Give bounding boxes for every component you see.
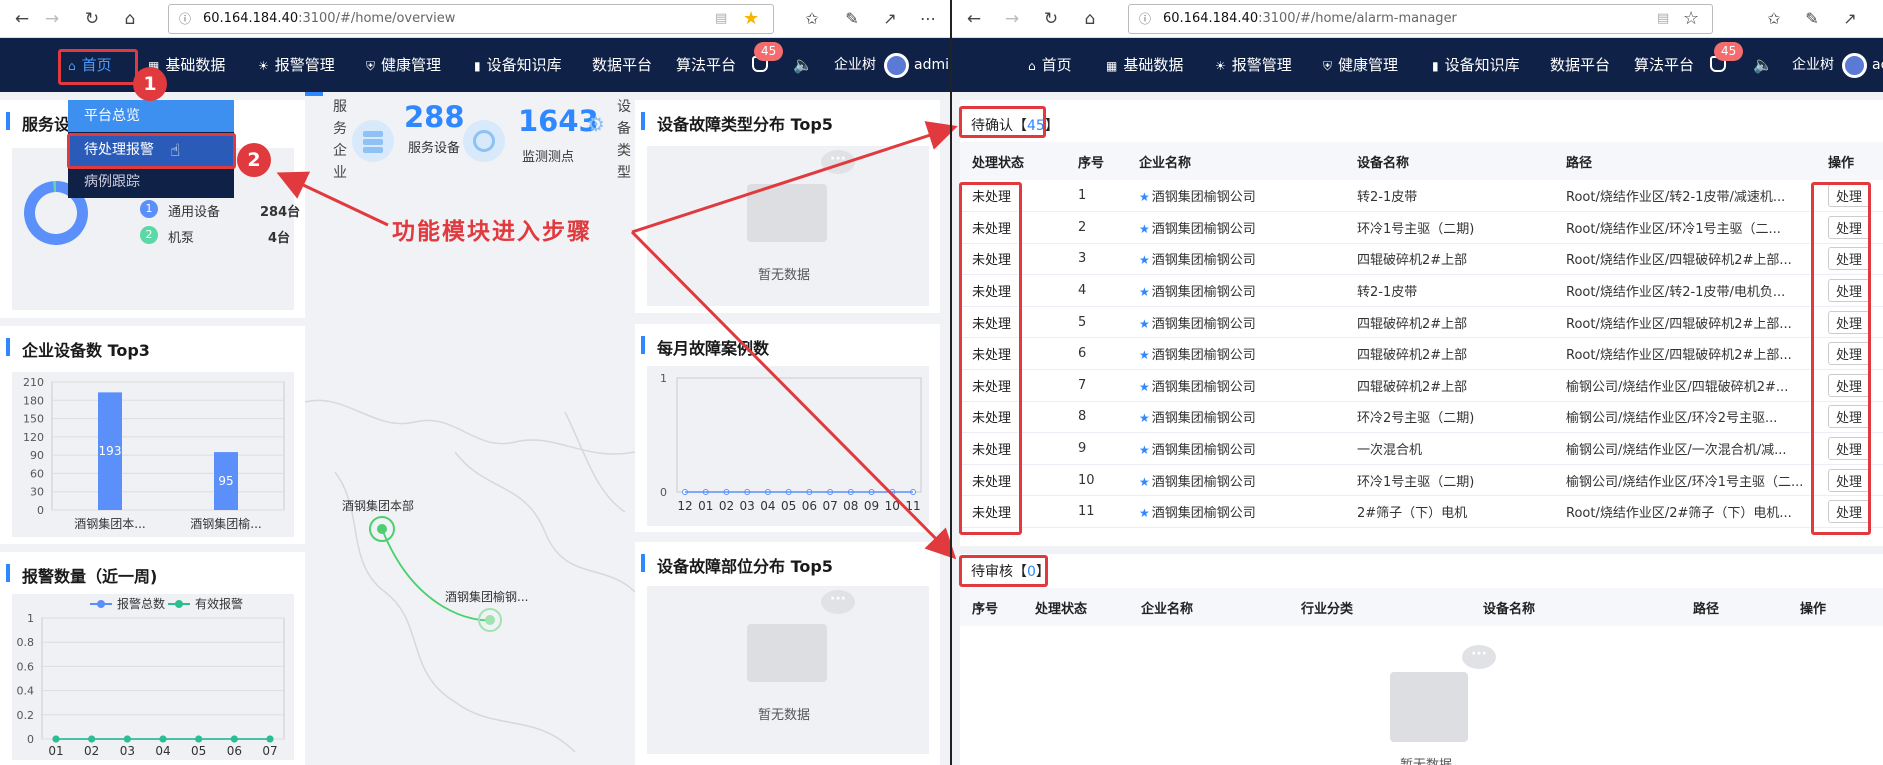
window-divider (950, 0, 952, 765)
screenshot-root: ← → ↻ ⌂ ⓘ 60.164.184.40:3100/#/home/over… (0, 0, 1883, 765)
arrow-to-menu (276, 171, 389, 227)
annotation-label: 功能模块进入步骤 (392, 219, 592, 245)
annotation-arrows (276, 121, 958, 560)
arrow-to-pending (631, 121, 958, 234)
arrow-to-review (630, 230, 957, 560)
